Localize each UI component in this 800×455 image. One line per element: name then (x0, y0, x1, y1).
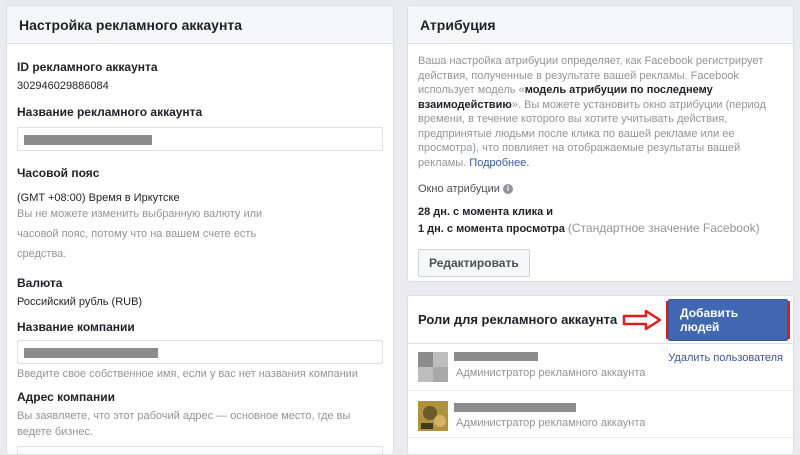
company-address-note: Вы заявляете, что этот рабочий адрес — о… (17, 410, 351, 438)
panel-title: Атрибуция (408, 6, 793, 44)
attribution-default-note: (Стандартное значение Facebook) (567, 221, 760, 235)
timezone-value: (GMT +08:00) Время в Иркутске (17, 192, 180, 204)
redacted-value (24, 348, 158, 358)
arrow-right-icon (622, 309, 662, 331)
timezone-label: Часовой пояс (17, 166, 100, 180)
timezone-note: Вы не можете изменить выбранную валюту и… (17, 208, 263, 260)
panel-title: Настройка рекламного аккаунта (7, 6, 393, 44)
redacted-name (454, 403, 576, 412)
edit-button[interactable]: Редактировать (418, 248, 530, 277)
currency-value: Российский рубль (RUB) (17, 296, 143, 308)
ad-account-roles-panel: Роли для рекламного аккаунта Добавить лю… (407, 295, 794, 455)
attribution-window-line1: 28 дн. с момента клика и (418, 205, 554, 218)
roles-header: Роли для рекламного аккаунта Добавить лю… (408, 296, 793, 344)
list-item: Администратор рекламного аккаунта Удалит… (408, 344, 793, 391)
redacted-name (454, 352, 538, 361)
company-address-label: Адрес компании (17, 390, 115, 404)
account-id-label: ID рекламного аккаунта (17, 60, 158, 74)
list-item: Администратор рекламного аккаунта (408, 391, 793, 438)
add-people-highlight: Добавить людей (666, 299, 790, 341)
company-name-input[interactable] (17, 340, 383, 364)
currency-label: Валюта (17, 276, 63, 290)
attribution-window-label: Окно атрибуции i (418, 182, 783, 197)
attribution-panel: Атрибуция Ваша настройка атрибуции опред… (407, 5, 794, 282)
attribution-description: Ваша настройка атрибуции определяет, как… (418, 55, 766, 169)
ad-account-settings-panel: Настройка рекламного аккаунта ID рекламн… (6, 5, 394, 455)
user-role: Администратор рекламного аккаунта (456, 417, 646, 429)
add-people-button[interactable]: Добавить людей (668, 299, 788, 341)
avatar (418, 352, 448, 382)
info-icon[interactable]: i (502, 184, 513, 195)
account-name-label: Название рекламного аккаунта (17, 105, 203, 119)
company-address-input[interactable]: Горького, 27 (17, 446, 383, 454)
avatar (418, 401, 448, 431)
attribution-window-line2: 1 дн. с момента просмотра (Стандартное з… (418, 221, 760, 235)
remove-user-link[interactable]: Удалить пользователя (668, 352, 783, 364)
account-name-input[interactable] (17, 127, 383, 151)
company-name-label: Название компании (17, 320, 135, 334)
user-role: Администратор рекламного аккаунта (456, 367, 646, 379)
learn-more-link[interactable]: Подробнее. (469, 157, 529, 169)
panel-title: Роли для рекламного аккаунта (418, 312, 618, 327)
account-id-value: 302946029886084 (17, 80, 109, 92)
redacted-value (24, 135, 152, 145)
company-name-hint: Введите свое собственное имя, если у вас… (17, 368, 358, 380)
